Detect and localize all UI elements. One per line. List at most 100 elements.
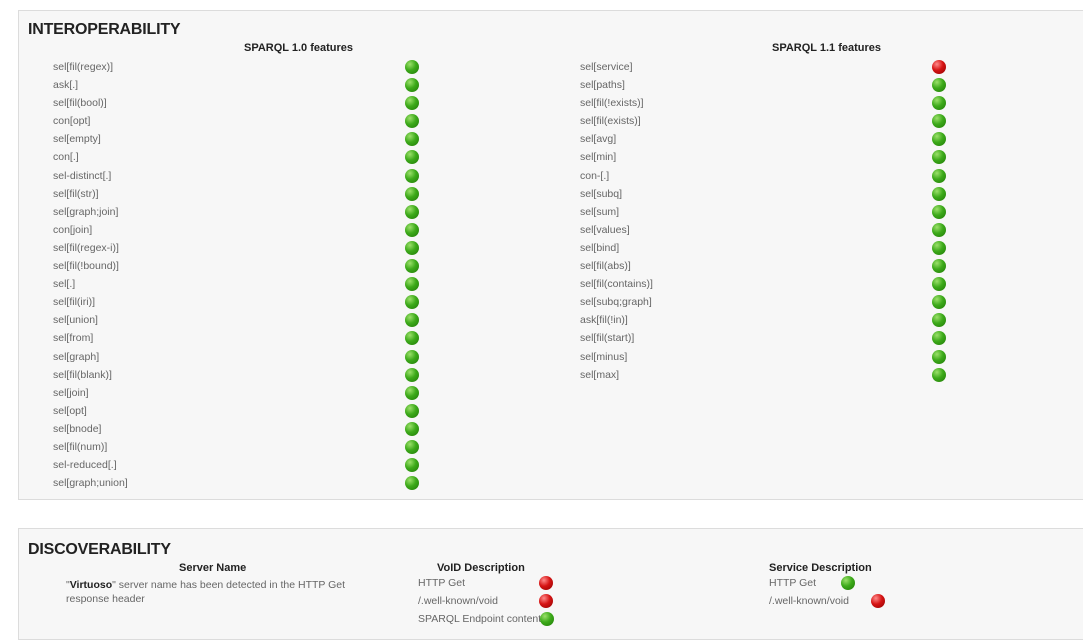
sparql10-feature-row: sel[fil(iri)] [53, 293, 423, 311]
sparql10-feature-label: sel[.] [53, 278, 76, 291]
sparql10-feature-label: con[join] [53, 223, 93, 236]
status-ok-icon [540, 612, 554, 626]
status-ok-icon [932, 78, 946, 93]
status-ok-icon [932, 313, 946, 328]
sparql11-feature-label: sel[service] [580, 61, 633, 73]
sparql10-feature-label: sel[from] [53, 332, 94, 345]
service-description-row: /.well-known/void [769, 592, 885, 610]
sparql10-feature-row: sel[.] [53, 275, 423, 293]
sparql10-feature-row: ask[.] [53, 76, 423, 94]
sparql10-feature-label: sel[graph;union] [53, 477, 128, 490]
sparql11-feature-label: sel[fil(exists)] [580, 115, 641, 128]
sparql10-heading: SPARQL 1.0 features [244, 42, 354, 54]
sparql11-feature-row: sel[max] [580, 366, 950, 384]
sparql11-feature-row: sel[minus] [580, 348, 950, 366]
sparql11-feature-row: sel[fil(exists)] [580, 112, 950, 130]
status-ok-icon [932, 222, 946, 237]
sparql11-feature-row: sel[sum] [580, 203, 950, 221]
sparql11-feature-row: sel[bind] [580, 239, 950, 257]
status-ok-icon [405, 385, 419, 400]
sparql11-feature-row: sel[subq] [580, 185, 950, 203]
sparql10-feature-label: con[.] [53, 151, 79, 164]
service-description-label: HTTP Get [769, 577, 817, 589]
sparql11-feature-row: sel[fil(contains)] [580, 275, 950, 293]
status-ok-icon [405, 132, 419, 147]
sparql10-feature-label: sel[fil(regex)] [53, 61, 114, 73]
sparql10-feature-row: sel[fil(blank)] [53, 366, 423, 384]
status-ok-icon [405, 421, 419, 436]
sparql11-feature-label: sel[minus] [580, 350, 628, 363]
sparql11-feature-label: sel[fil(contains)] [580, 278, 653, 291]
status-ok-icon [932, 132, 946, 147]
sparql10-feature-label: sel[fil(blank)] [53, 368, 112, 381]
service-description-row: HTTP Get [769, 574, 855, 592]
status-fail-icon [539, 594, 553, 608]
sparql11-feature-row: sel[service] [580, 58, 950, 76]
void-description-label: HTTP Get [418, 577, 466, 589]
status-fail-icon [932, 60, 946, 74]
sparql10-feature-row: sel[graph;union] [53, 474, 423, 492]
service-description-label: /.well-known/void [769, 595, 849, 607]
sparql10-feature-label: sel[graph] [53, 350, 100, 363]
sparql10-feature-label: sel[fil(regex-i)] [53, 241, 119, 254]
sparql10-feature-row: con[.] [53, 148, 423, 166]
sparql10-feature-label: sel[fil(num)] [53, 440, 108, 453]
sparql11-feature-label: sel[subq;graph] [580, 296, 652, 309]
status-ok-icon [405, 60, 419, 74]
status-ok-icon [405, 295, 419, 310]
status-ok-icon [405, 458, 419, 473]
status-ok-icon [405, 168, 419, 183]
status-ok-icon [932, 349, 946, 364]
sparql10-feature-row: sel[join] [53, 384, 423, 402]
sparql11-feature-label: sel[max] [580, 368, 620, 381]
void-description-row: /.well-known/void [418, 592, 553, 610]
void-description-row: SPARQL Endpoint content [418, 610, 554, 628]
discoverability-title: DISCOVERABILITY [28, 541, 171, 558]
sparql10-feature-row: sel[fil(regex)] [53, 58, 423, 76]
sparql10-feature-row: sel[union] [53, 311, 423, 329]
sparql10-feature-row: sel-distinct[.] [53, 167, 423, 185]
sparql11-feature-row: sel[values] [580, 221, 950, 239]
status-ok-icon [405, 114, 419, 129]
sparql10-feature-row: sel[fil(num)] [53, 438, 423, 456]
void-description-heading: VoID Description [437, 562, 525, 574]
sparql11-feature-label: sel[subq] [580, 187, 623, 200]
sparql11-feature-label: sel[fil(abs)] [580, 260, 631, 273]
sparql10-feature-label: sel-distinct[.] [53, 169, 112, 182]
sparql10-feature-label: sel[fil(iri)] [53, 296, 95, 309]
sparql11-feature-row: sel[avg] [580, 130, 950, 148]
sparql10-feature-row: con[join] [53, 221, 423, 239]
sparql11-feature-label: sel[fil(start)] [580, 332, 635, 345]
sparql10-feature-row: sel-reduced[.] [53, 456, 423, 474]
status-ok-icon [932, 367, 946, 382]
sparql11-feature-label: sel[avg] [580, 133, 617, 146]
sparql10-feature-label: sel[fil(bool)] [53, 97, 107, 110]
sparql10-feature-label: sel[graph;join] [53, 205, 119, 218]
sparql10-feature-label: sel-reduced[.] [53, 459, 117, 472]
status-ok-icon [405, 96, 419, 111]
status-ok-icon [405, 240, 419, 255]
sparql10-feature-row: sel[fil(!bound)] [53, 257, 423, 275]
status-ok-icon [932, 295, 946, 310]
sparql10-feature-label: sel[fil(str)] [53, 187, 99, 200]
sparql10-feature-label: sel[opt] [53, 404, 87, 417]
status-ok-icon [405, 277, 419, 292]
server-name-text: "Virtuoso" server name has been detected… [66, 579, 346, 605]
status-ok-icon [405, 186, 419, 201]
sparql11-heading: SPARQL 1.1 features [772, 42, 882, 54]
sparql11-feature-label: ask[fil(!in)] [580, 314, 628, 327]
sparql10-feature-label: sel[fil(!bound)] [53, 260, 119, 273]
server-name-value: Virtuoso [69, 579, 113, 591]
sparql10-feature-row: sel[opt] [53, 402, 423, 420]
status-ok-icon [405, 313, 419, 328]
sparql10-feature-row: sel[fil(regex-i)] [53, 239, 423, 257]
sparql11-feature-label: sel[bind] [580, 241, 620, 254]
sparql10-feature-label: sel[bnode] [53, 422, 102, 435]
sparql11-feature-label: sel[values] [580, 223, 630, 236]
sparql10-feature-row: con[opt] [53, 112, 423, 130]
status-fail-icon [871, 594, 885, 608]
sparql10-feature-row: sel[bnode] [53, 420, 423, 438]
sparql11-feature-label: con-[.] [580, 169, 610, 182]
status-ok-icon [932, 186, 946, 201]
status-ok-icon [405, 259, 419, 274]
